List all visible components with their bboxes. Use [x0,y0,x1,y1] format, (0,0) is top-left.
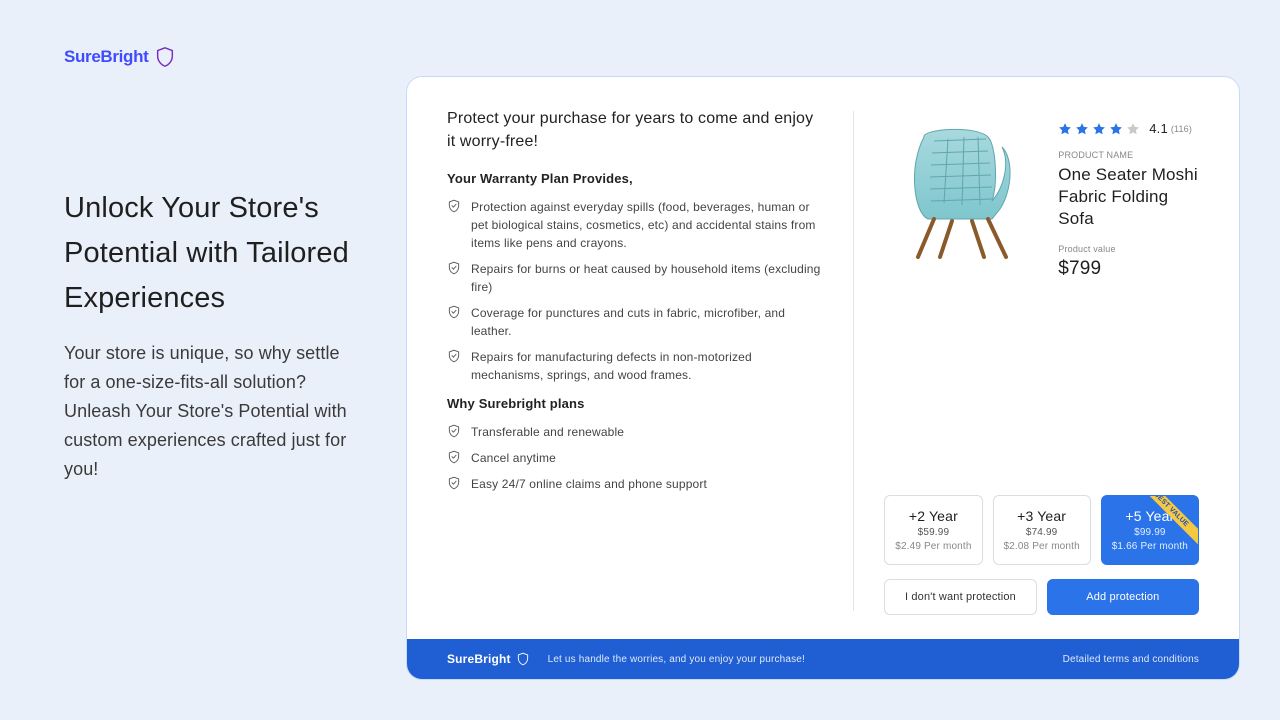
warranty-widget: Protect your purchase for years to come … [406,76,1240,680]
widget-footer: SureBright Let us handle the worries, an… [407,639,1239,679]
list-item: Transferable and renewable [447,423,823,441]
plan-card-2yr[interactable]: +2 Year $59.99 $2.49 Per month [884,495,982,565]
shield-icon [516,652,530,666]
star-icon [1058,122,1072,136]
shield-check-icon [447,450,461,464]
list-item: Cancel anytime [447,449,823,467]
list-item: Repairs for manufacturing defects in non… [447,348,823,384]
why-heading: Why Surebright plans [447,396,823,411]
list-item: Protection against everyday spills (food… [447,198,823,252]
list-item: Easy 24/7 online claims and phone suppor… [447,475,823,493]
provides-heading: Your Warranty Plan Provides, [447,171,823,186]
star-icon [1092,122,1106,136]
footer-tagline: Let us handle the worries, and you enjoy… [548,654,805,665]
decline-button[interactable]: I don't want protection [884,579,1036,615]
logo: SureBright [64,46,364,68]
plan-card-3yr[interactable]: +3 Year $74.99 $2.08 Per month [993,495,1091,565]
shield-check-icon [447,261,461,275]
shield-check-icon [447,305,461,319]
star-icon [1126,122,1140,136]
product-value-label: Product value [1058,244,1199,254]
divider [853,111,854,611]
rating: 4.1 (116) [1058,121,1199,136]
shield-icon [154,46,176,68]
widget-title: Protect your purchase for years to come … [447,107,823,153]
rating-value: 4.1 [1149,121,1168,136]
product-name: One Seater Moshi Fabric Folding Sofa [1058,164,1199,230]
hero-body: Your store is unique, so why settle for … [64,339,364,485]
list-item: Repairs for burns or heat caused by hous… [447,260,823,296]
product-value: $799 [1058,258,1199,280]
list-item: Coverage for punctures and cuts in fabri… [447,304,823,340]
star-icon [1075,122,1089,136]
product-image [884,107,1044,267]
shield-check-icon [447,199,461,213]
shield-check-icon [447,476,461,490]
logo-text: SureBright [64,47,148,67]
add-protection-button[interactable]: Add protection [1047,579,1199,615]
terms-link[interactable]: Detailed terms and conditions [1063,654,1199,665]
plan-card-5yr[interactable]: BEST VALUE +5 Year $99.99 $1.66 Per mont… [1101,495,1199,565]
plan-options: +2 Year $59.99 $2.49 Per month +3 Year $… [884,495,1199,565]
hero-title: Unlock Your Store's Potential with Tailo… [64,186,364,321]
shield-check-icon [447,349,461,363]
star-icon [1109,122,1123,136]
rating-count: (116) [1171,124,1192,134]
footer-logo: SureBright [447,652,530,666]
product-name-label: PRODUCT NAME [1058,150,1199,160]
provides-list: Protection against everyday spills (food… [447,198,823,384]
why-list: Transferable and renewable Cancel anytim… [447,423,823,493]
shield-check-icon [447,424,461,438]
